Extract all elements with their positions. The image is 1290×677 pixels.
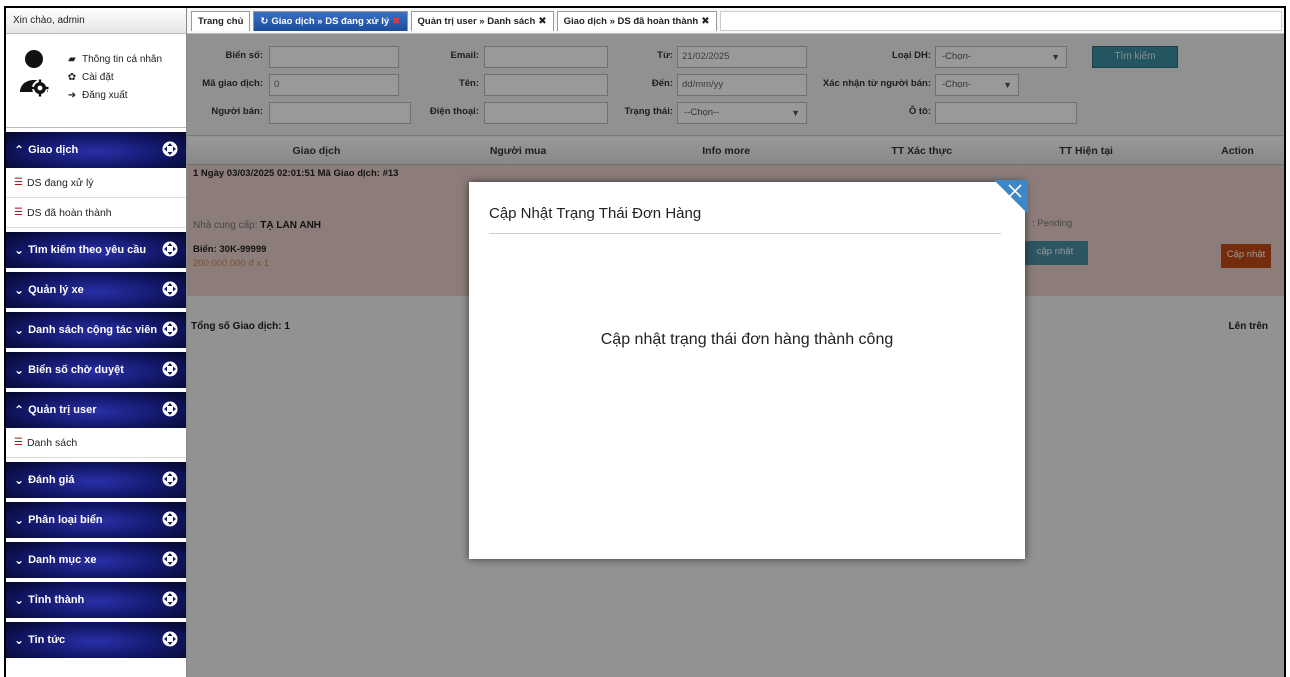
sidebar-group-label: Danh mục xe	[28, 554, 97, 566]
logout-label: Đăng xuất	[82, 89, 128, 101]
profile-info-link[interactable]: ▰ Thông tin cá nhân	[66, 50, 162, 68]
sidebar-group-quan-ly-xe[interactable]: ⌄ Quản lý xe	[6, 272, 186, 308]
sidebar-group-label: Đánh giá	[28, 474, 75, 486]
sidebar-group-label: Phân loại biển	[28, 514, 103, 526]
sidebar-group-label: Quản lý xe	[28, 284, 84, 296]
sidebar-group-giao-dich[interactable]: ⌃ Giao dịch	[6, 132, 186, 168]
chevron-up-icon: ⌃	[14, 403, 25, 417]
sidebar-item-ds-dang-xu-ly[interactable]: ☰ DS đang xử lý	[6, 168, 186, 198]
chevron-down-icon: ⌄	[14, 513, 25, 527]
sidebar-group-bien-so[interactable]: ⌄ Biển số chờ duyệt	[6, 352, 186, 388]
sidebar-item-danh-sach[interactable]: ☰ Danh sách	[6, 428, 186, 458]
sidebar-item-ds-da-hoan-thanh[interactable]: ☰ DS đã hoàn thành	[6, 198, 186, 228]
sidebar-group-cong-tac-vien[interactable]: ⌄ Danh sách cộng tác viên	[6, 312, 186, 348]
sidebar-group-label: Tỉnh thành	[28, 594, 85, 606]
move-arrows-icon	[162, 401, 178, 417]
sidebar-group-quan-tri-user[interactable]: ⌃ Quản trị user	[6, 392, 186, 428]
close-icon[interactable]: ✖	[701, 13, 709, 31]
chevron-down-icon: ⌄	[14, 323, 25, 337]
chevron-down-icon: ⌄	[14, 553, 25, 567]
user-avatar-icon	[20, 50, 49, 97]
list-icon: ☰	[14, 177, 23, 188]
sidebar-group-label: Tìm kiếm theo yêu cầu	[28, 244, 147, 256]
modal-divider	[489, 233, 1001, 234]
sign-out-icon: ➜	[67, 89, 77, 101]
sidebar: Xin chào, admin ▰ Thông tin cá nhân ✿ Cà…	[6, 8, 187, 677]
sidebar-group-label: Danh sách cộng tác viên	[28, 324, 158, 336]
chevron-up-icon: ⌃	[14, 143, 25, 157]
list-icon: ☰	[14, 437, 23, 448]
move-arrows-icon	[162, 321, 178, 337]
move-arrows-icon	[162, 241, 178, 257]
sidebar-group-danh-gia[interactable]: ⌄ Đánh giá	[6, 462, 186, 498]
tab-ds-dang-xu-ly[interactable]: ↻ Giao dịch » DS đang xử lý ✖	[253, 11, 408, 31]
close-icon[interactable]: ✖	[538, 13, 546, 31]
sidebar-item-label: DS đang xử lý	[26, 176, 94, 189]
move-arrows-icon	[162, 471, 178, 487]
tab-label: Giao dịch » DS đang xử lý	[271, 15, 390, 27]
sidebar-item-label: DS đã hoàn thành	[26, 206, 112, 219]
modal-title: Cập Nhật Trạng Thái Đơn Hàng	[489, 205, 702, 222]
tab-bar-spacer	[719, 11, 1282, 31]
sidebar-group-phan-loai-bien[interactable]: ⌄ Phân loại biển	[6, 502, 186, 538]
tab-ds-da-hoan-thanh[interactable]: Giao dịch » DS đã hoàn thành ✖	[556, 11, 717, 31]
profile-panel: ▰ Thông tin cá nhân ✿ Cài đặt ➜ Đăng xuấ…	[6, 34, 186, 128]
move-arrows-icon	[162, 141, 178, 157]
move-arrows-icon	[162, 361, 178, 377]
move-arrows-icon	[162, 631, 178, 647]
sidebar-group-tin-tuc[interactable]: ⌄ Tin tức	[6, 622, 186, 658]
profile-info-label: Thông tin cá nhân	[82, 53, 163, 65]
chevron-down-icon: ⌄	[14, 593, 25, 607]
move-arrows-icon	[162, 551, 178, 567]
chevron-down-icon: ⌄	[14, 473, 25, 487]
chevron-down-icon: ⌄	[14, 283, 25, 297]
list-icon: ☰	[14, 207, 23, 218]
tab-home[interactable]: Trang chủ	[191, 11, 251, 31]
move-arrows-icon	[162, 281, 178, 297]
status-update-modal: Cập Nhật Trạng Thái Đơn Hàng Cập nhật tr…	[469, 182, 1025, 559]
sidebar-group-label: Giao dịch	[28, 144, 79, 156]
sidebar-group-danh-muc-xe[interactable]: ⌄ Danh mục xe	[6, 542, 186, 578]
sidebar-group-tim-kiem[interactable]: ⌄ Tìm kiếm theo yêu cầu	[6, 232, 186, 268]
close-icon[interactable]: ✖	[392, 13, 400, 31]
sidebar-group-label: Biển số chờ duyệt	[28, 364, 124, 376]
chevron-down-icon: ⌄	[14, 633, 25, 647]
logout-link[interactable]: ➜ Đăng xuất	[66, 86, 162, 104]
chevron-down-icon: ⌄	[14, 363, 25, 377]
tab-quan-tri-user[interactable]: Quản trị user » Danh sách ✖	[410, 11, 554, 31]
gear-icon: ✿	[67, 71, 77, 83]
sidebar-group-label: Tin tức	[28, 634, 66, 646]
comment-icon: ▰	[68, 53, 76, 65]
chevron-down-icon: ⌄	[14, 243, 25, 257]
refresh-icon[interactable]: ↻	[260, 13, 268, 31]
sidebar-item-label: Danh sách	[26, 436, 78, 449]
sidebar-group-label: Quản trị user	[28, 404, 97, 416]
profile-links: ▰ Thông tin cá nhân ✿ Cài đặt ➜ Đăng xuấ…	[66, 50, 162, 104]
settings-link[interactable]: ✿ Cài đặt	[66, 68, 162, 86]
tab-label: Giao dịch » DS đã hoàn thành	[563, 15, 699, 27]
tab-bar: Trang chủ ↻ Giao dịch » DS đang xử lý ✖ …	[187, 8, 1284, 34]
greeting: Xin chào, admin	[6, 8, 186, 34]
tab-label: Quản trị user » Danh sách	[417, 15, 536, 27]
settings-label: Cài đặt	[82, 71, 114, 83]
sidebar-group-tinh-thanh[interactable]: ⌄ Tỉnh thành	[6, 582, 186, 618]
close-icon[interactable]	[994, 180, 1028, 214]
tab-label: Trang chủ	[198, 15, 244, 27]
move-arrows-icon	[162, 591, 178, 607]
modal-message: Cập nhật trạng thái đơn hàng thành công	[600, 331, 894, 348]
move-arrows-icon	[162, 511, 178, 527]
